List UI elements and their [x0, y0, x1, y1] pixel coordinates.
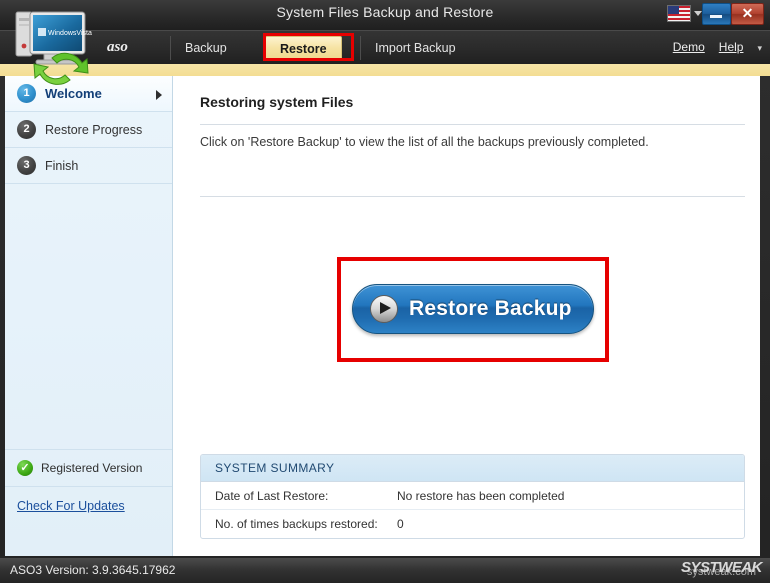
tab-backup[interactable]: Backup	[170, 36, 241, 60]
application-window: System Files Backup and Restore ✕ aso Ba…	[0, 0, 770, 583]
help-link[interactable]: Help	[719, 40, 744, 54]
system-summary-header: SYSTEM SUMMARY	[201, 455, 744, 482]
registered-version-row: ✓ Registered Version	[5, 449, 172, 487]
version-text: ASO3 Version: 3.9.3645.17962	[10, 563, 176, 577]
page-description: Click on 'Restore Backup' to view the li…	[200, 135, 649, 149]
registered-version-label: Registered Version	[41, 461, 143, 475]
play-icon	[370, 295, 398, 323]
tab-import-backup[interactable]: Import Backup	[360, 36, 470, 60]
language-chevron-down-icon[interactable]	[694, 11, 702, 16]
restore-tab-highlight-box	[263, 33, 354, 61]
main-panel: Restoring system Files Click on 'Restore…	[174, 76, 760, 556]
close-button[interactable]: ✕	[731, 3, 764, 25]
window-title: System Files Backup and Restore	[276, 4, 494, 20]
restore-backup-button-label: Restore Backup	[409, 297, 572, 320]
sidebar: 1 Welcome 2 Restore Progress 3 Finish ✓ …	[5, 76, 173, 556]
chevron-right-icon	[156, 90, 162, 100]
status-bar: ASO3 Version: 3.9.3645.17962 SYSTWEAK sy…	[0, 558, 770, 583]
content-area: 1 Welcome 2 Restore Progress 3 Finish ✓ …	[5, 76, 760, 556]
page-title: Restoring system Files	[200, 94, 354, 110]
flag-canton	[668, 6, 679, 14]
table-row: Date of Last Restore: No restore has bee…	[201, 482, 744, 510]
summary-value-times-restored: 0	[397, 517, 404, 531]
watermark-url: systweak.com	[686, 566, 756, 578]
title-bar: System Files Backup and Restore ✕	[0, 0, 770, 30]
system-summary-panel: SYSTEM SUMMARY Date of Last Restore: No …	[200, 454, 745, 539]
demo-link-label: Demo	[672, 40, 705, 54]
check-circle-icon: ✓	[17, 460, 33, 476]
brand-logo-text: aso	[107, 39, 128, 55]
summary-key-times-restored: No. of times backups restored:	[215, 517, 378, 531]
svg-text:WindowsVista: WindowsVista	[48, 30, 92, 37]
divider-bottom	[200, 196, 745, 197]
demo-link[interactable]: Demo	[673, 40, 705, 54]
sidebar-item-finish-label: Finish	[45, 158, 79, 173]
summary-key-last-restore: Date of Last Restore:	[215, 488, 329, 503]
table-row: No. of times backups restored: 0	[201, 510, 744, 538]
menu-right-links: Demo Help ▾	[659, 40, 762, 54]
divider-top	[200, 124, 745, 125]
minimize-icon	[710, 15, 722, 18]
sidebar-item-finish[interactable]: 3 Finish	[5, 148, 172, 184]
help-chevron-down-icon[interactable]: ▾	[757, 43, 762, 54]
window-frame: System Files Backup and Restore ✕ aso Ba…	[0, 0, 770, 583]
restore-backup-button[interactable]: Restore Backup	[352, 284, 594, 334]
sidebar-item-restore-progress[interactable]: 2 Restore Progress	[5, 112, 172, 148]
step-number-badge-3: 3	[17, 156, 36, 175]
check-for-updates-link[interactable]: Check For Updates	[5, 487, 172, 513]
menu-bar: aso Backup Restore Import Backup Demo Hel…	[0, 30, 770, 64]
help-link-label: Help	[718, 40, 744, 54]
summary-value-last-restore: No restore has been completed	[397, 488, 565, 503]
minimize-button[interactable]	[702, 3, 731, 25]
accent-strip	[0, 64, 770, 76]
app-logo-icon: WindowsVista	[15, 11, 92, 85]
us-flag-icon[interactable]	[667, 5, 691, 22]
sidebar-item-restore-progress-label: Restore Progress	[45, 122, 143, 137]
step-number-badge-2: 2	[17, 120, 36, 139]
